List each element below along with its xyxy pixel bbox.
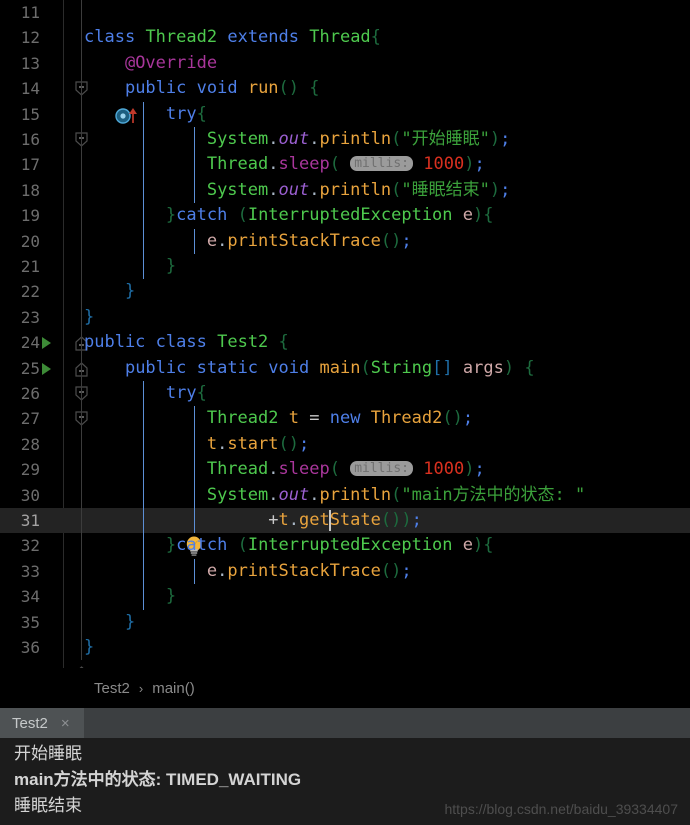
line-code: }catch (InterruptedException e){ (165, 205, 494, 226)
line-number: 18 (20, 180, 40, 200)
breadcrumb-method[interactable]: main() (152, 680, 195, 697)
line-number: 31 (20, 511, 40, 530)
line-number: 36 (20, 638, 40, 657)
line-number: 26 (20, 384, 40, 403)
editor-line[interactable]: 32 }catch (InterruptedException e){ (0, 533, 690, 559)
code-editor[interactable]: 11 12 class Thread2 extends Thread{ 13 @… (0, 0, 690, 707)
line-code: class Thread2 extends Thread{ (84, 27, 381, 48)
breadcrumb[interactable]: Test2 › main() (0, 668, 690, 708)
line-number: 25 (20, 358, 40, 378)
line-code: Thread2 t = new Thread2(); (206, 408, 474, 429)
line-number: 29 (20, 460, 40, 480)
line-number: 28 (20, 434, 40, 454)
line-code: System.out.println("main方法中的状态: " (206, 484, 586, 505)
line-number: 33 (20, 561, 40, 581)
editor-line[interactable]: 21 } (0, 254, 690, 280)
line-code: public class Test2 { (84, 332, 289, 353)
line-code: e.printStackTrace(); (206, 560, 412, 581)
line-code: } (84, 306, 95, 327)
console-output-line: 开始睡眠 (14, 744, 82, 763)
editor-line[interactable]: 12 class Thread2 extends Thread{ (0, 25, 690, 97)
line-code: } (124, 281, 136, 302)
line-code: public void run() { (124, 78, 320, 99)
line-number: 30 (20, 485, 40, 505)
line-number: 20 (20, 231, 40, 251)
line-code: e.printStackTrace(); (206, 230, 412, 251)
line-number: 15 (20, 104, 40, 124)
editor-line[interactable]: 26 try{ (0, 381, 690, 407)
line-code: try{ (165, 103, 207, 124)
line-code: }catch (InterruptedException e){ (165, 535, 494, 556)
editor-line[interactable]: 33 e.printStackTrace(); (0, 558, 690, 585)
line-code: System.out.println("开始睡眠"); (206, 129, 511, 149)
editor-line[interactable]: 28 t.start(); (0, 431, 690, 458)
line-number: 11 (20, 3, 40, 22)
editor-line[interactable]: 35 } (0, 609, 690, 682)
line-code: Thread.sleep( millis: 1000); (206, 154, 485, 175)
line-number: 34 (20, 587, 40, 607)
line-number: 19 (20, 206, 40, 226)
console-tab-label: Test2 (12, 714, 48, 732)
editor-line[interactable]: 23 } (0, 304, 690, 377)
line-code: } (84, 637, 95, 657)
line-code: @Override (124, 52, 218, 73)
line-code: } (165, 256, 177, 276)
editor-line[interactable]: 29 Thread.sleep( millis: 1000); (0, 457, 690, 483)
run-console-panel: Test2 × 开始睡眠 main方法中的状态: TIMED_WAITING 睡… (0, 708, 690, 825)
editor-line[interactable]: 14 public void run() { (0, 76, 690, 147)
parameter-hint-badge: millis: (350, 461, 413, 477)
editor-line[interactable]: 22 } (0, 279, 690, 351)
console-tab-test2[interactable]: Test2 × (0, 708, 84, 738)
line-code: } (165, 586, 177, 607)
parameter-hint-badge: millis: (350, 156, 413, 172)
console-output-line: main方法中的状态: TIMED_WAITING (14, 770, 302, 789)
line-code: } (124, 611, 136, 632)
editor-line[interactable]: 24 public class Test2 { (0, 330, 690, 401)
editor-line[interactable]: 18 System.out.println("睡眠结束"); (0, 177, 690, 204)
editor-line[interactable]: 20 e.printStackTrace(); (0, 228, 690, 254)
run-class-icon[interactable] (42, 337, 51, 350)
line-number: 27 (20, 409, 40, 429)
editor-line[interactable]: 30 System.out.println("main方法中的状态: " (0, 482, 690, 508)
editor-line[interactable]: 19 }catch (InterruptedException e){ (0, 203, 690, 229)
editor-line[interactable]: 25 public static void main(String[] args… (0, 355, 690, 427)
run-method-icon[interactable] (42, 362, 51, 375)
line-number: 17 (20, 155, 40, 175)
editor-line[interactable]: 34 } (0, 584, 690, 610)
close-icon[interactable]: × (61, 716, 70, 731)
line-number: 23 (20, 307, 40, 327)
line-number: 13 (20, 53, 40, 73)
editor-line[interactable]: 13 @Override (0, 50, 690, 77)
line-code: +t.getState()); (268, 510, 422, 530)
line-number: 32 (20, 536, 40, 556)
watermark: https://blog.csdn.net/baidu_39334407 (444, 801, 678, 817)
editor-line[interactable]: 36 } (0, 635, 690, 707)
line-number: 22 (20, 282, 40, 302)
line-number: 16 (20, 130, 40, 149)
editor-line[interactable]: 15 try{ (0, 101, 690, 127)
line-number: 24 (20, 333, 40, 353)
line-code: t.start(); (206, 433, 310, 454)
line-code: Thread.sleep( millis: 1000); (206, 459, 485, 480)
line-number: 12 (20, 28, 40, 48)
editor-line-current[interactable]: 31 +t.getState()); (0, 508, 690, 557)
line-code: System.out.println("睡眠结束"); (206, 179, 511, 200)
ide-window: 11 12 class Thread2 extends Thread{ 13 @… (0, 0, 690, 825)
line-code: public static void main(String[] args) { (124, 357, 535, 378)
console-tab-bar (0, 708, 690, 738)
editor-line[interactable]: 27 Thread2 t = new Thread2(); (0, 406, 690, 432)
editor-line[interactable]: 16 System.out.println("开始睡眠"); (0, 127, 690, 153)
line-number: 35 (20, 612, 40, 632)
breadcrumb-class[interactable]: Test2 (94, 680, 130, 697)
editor-line[interactable]: 11 (0, 0, 690, 26)
chevron-right-icon: › (138, 680, 144, 696)
line-number: 21 (20, 257, 40, 276)
editor-line[interactable]: 17 Thread.sleep( millis: 1000); (0, 152, 690, 178)
line-code: try{ (165, 383, 207, 403)
